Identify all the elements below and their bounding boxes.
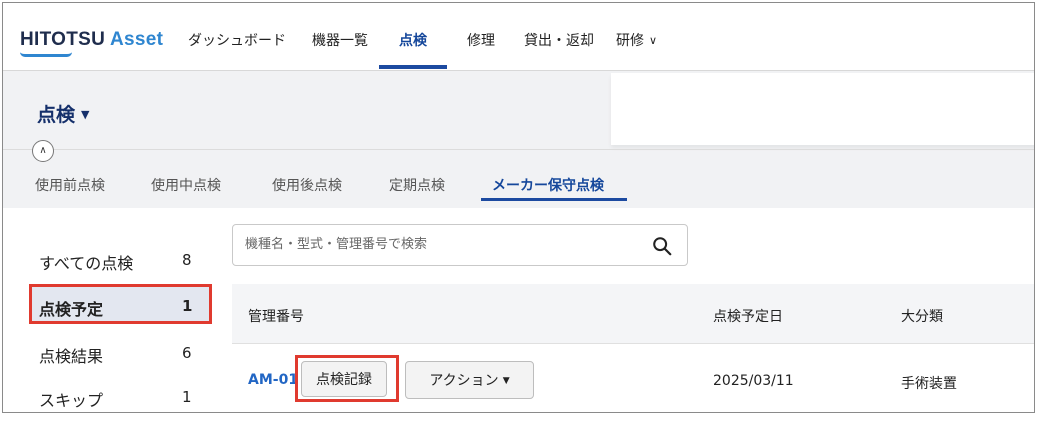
tab-active-indicator	[481, 198, 627, 201]
nav-lending[interactable]: 貸出・返却	[524, 3, 594, 71]
sidebar-item-count: 1	[182, 297, 193, 315]
logo-swoosh-icon	[20, 52, 72, 57]
action-button-label: アクション	[429, 373, 499, 389]
nav-active-indicator	[379, 65, 447, 69]
sidebar-item-skip[interactable]: スキップ 1	[29, 375, 212, 412]
nav-training-label: 研修	[616, 33, 644, 49]
page-title: 点検	[37, 104, 76, 126]
sidebar-item-count: 6	[182, 344, 192, 362]
column-header-category[interactable]: 大分類	[901, 306, 943, 326]
caret-down-icon: ▼	[502, 376, 510, 386]
sidebar-item-scheduled[interactable]: 点検予定 1	[29, 284, 212, 324]
inspection-record-button[interactable]: 点検記録	[301, 361, 387, 397]
tab-periodic[interactable]: 定期点検	[389, 175, 445, 195]
page-title-dropdown[interactable]: 点検 ▼	[37, 100, 89, 127]
sidebar-item-results[interactable]: 点検結果 6	[29, 331, 212, 371]
sidebar-item-all[interactable]: すべての点検 8	[29, 238, 212, 278]
top-header: HITOTSU Asset ダッシュボード 機器一覧 点検 修理 貸出・返却 研…	[3, 3, 1034, 71]
sidebar-item-label: すべての点検	[39, 254, 134, 273]
sidebar-item-label: スキップ	[39, 391, 104, 410]
asset-id-link[interactable]: AM-01	[248, 372, 298, 388]
action-dropdown-button[interactable]: アクション ▼	[405, 361, 534, 399]
tab-in-use[interactable]: 使用中点検	[151, 175, 221, 195]
category-cell: 手術装置	[901, 376, 957, 392]
search-icon[interactable]	[651, 235, 673, 257]
sidebar-item-count: 8	[182, 251, 192, 269]
collapse-button[interactable]: ∧	[32, 140, 54, 162]
app-window: HITOTSU Asset ダッシュボード 機器一覧 点検 修理 貸出・返却 研…	[2, 2, 1035, 413]
nav-training[interactable]: 研修 ∨	[616, 3, 657, 71]
nav-equipment-list[interactable]: 機器一覧	[312, 3, 368, 71]
tab-maker-maintenance[interactable]: メーカー保守点検	[492, 175, 604, 195]
chevron-down-icon: ∨	[649, 34, 658, 47]
nav-inspection[interactable]: 点検	[399, 3, 427, 71]
divider	[3, 149, 1034, 150]
table-row: AM-01 点検記録 アクション ▼ 2025/03/11 手術装置	[232, 344, 1034, 412]
tab-post-use[interactable]: 使用後点検	[272, 175, 342, 195]
nav-dashboard[interactable]: ダッシュボード	[188, 3, 286, 71]
search-box	[232, 224, 688, 266]
tab-pre-use[interactable]: 使用前点検	[35, 175, 105, 195]
table-header: 管理番号 点検予定日 大分類	[232, 284, 1034, 343]
logo-text-secondary: Asset	[110, 29, 164, 50]
scheduled-date-cell: 2025/03/11	[713, 373, 794, 389]
caret-down-icon: ▼	[81, 108, 90, 121]
search-input[interactable]	[245, 231, 635, 257]
column-header-asset-id[interactable]: 管理番号	[248, 306, 304, 326]
app-logo[interactable]: HITOTSU Asset	[20, 29, 163, 51]
column-header-scheduled-date[interactable]: 点検予定日	[713, 306, 783, 326]
sidebar-item-label: 点検予定	[39, 300, 104, 319]
sidebar-item-count: 1	[182, 388, 192, 406]
summary-panel	[611, 73, 1034, 145]
logo-text-primary: HITOTSU	[20, 29, 106, 50]
chevron-up-icon: ∧	[39, 145, 47, 156]
sidebar-item-label: 点検結果	[39, 347, 104, 366]
nav-repair[interactable]: 修理	[467, 3, 495, 71]
